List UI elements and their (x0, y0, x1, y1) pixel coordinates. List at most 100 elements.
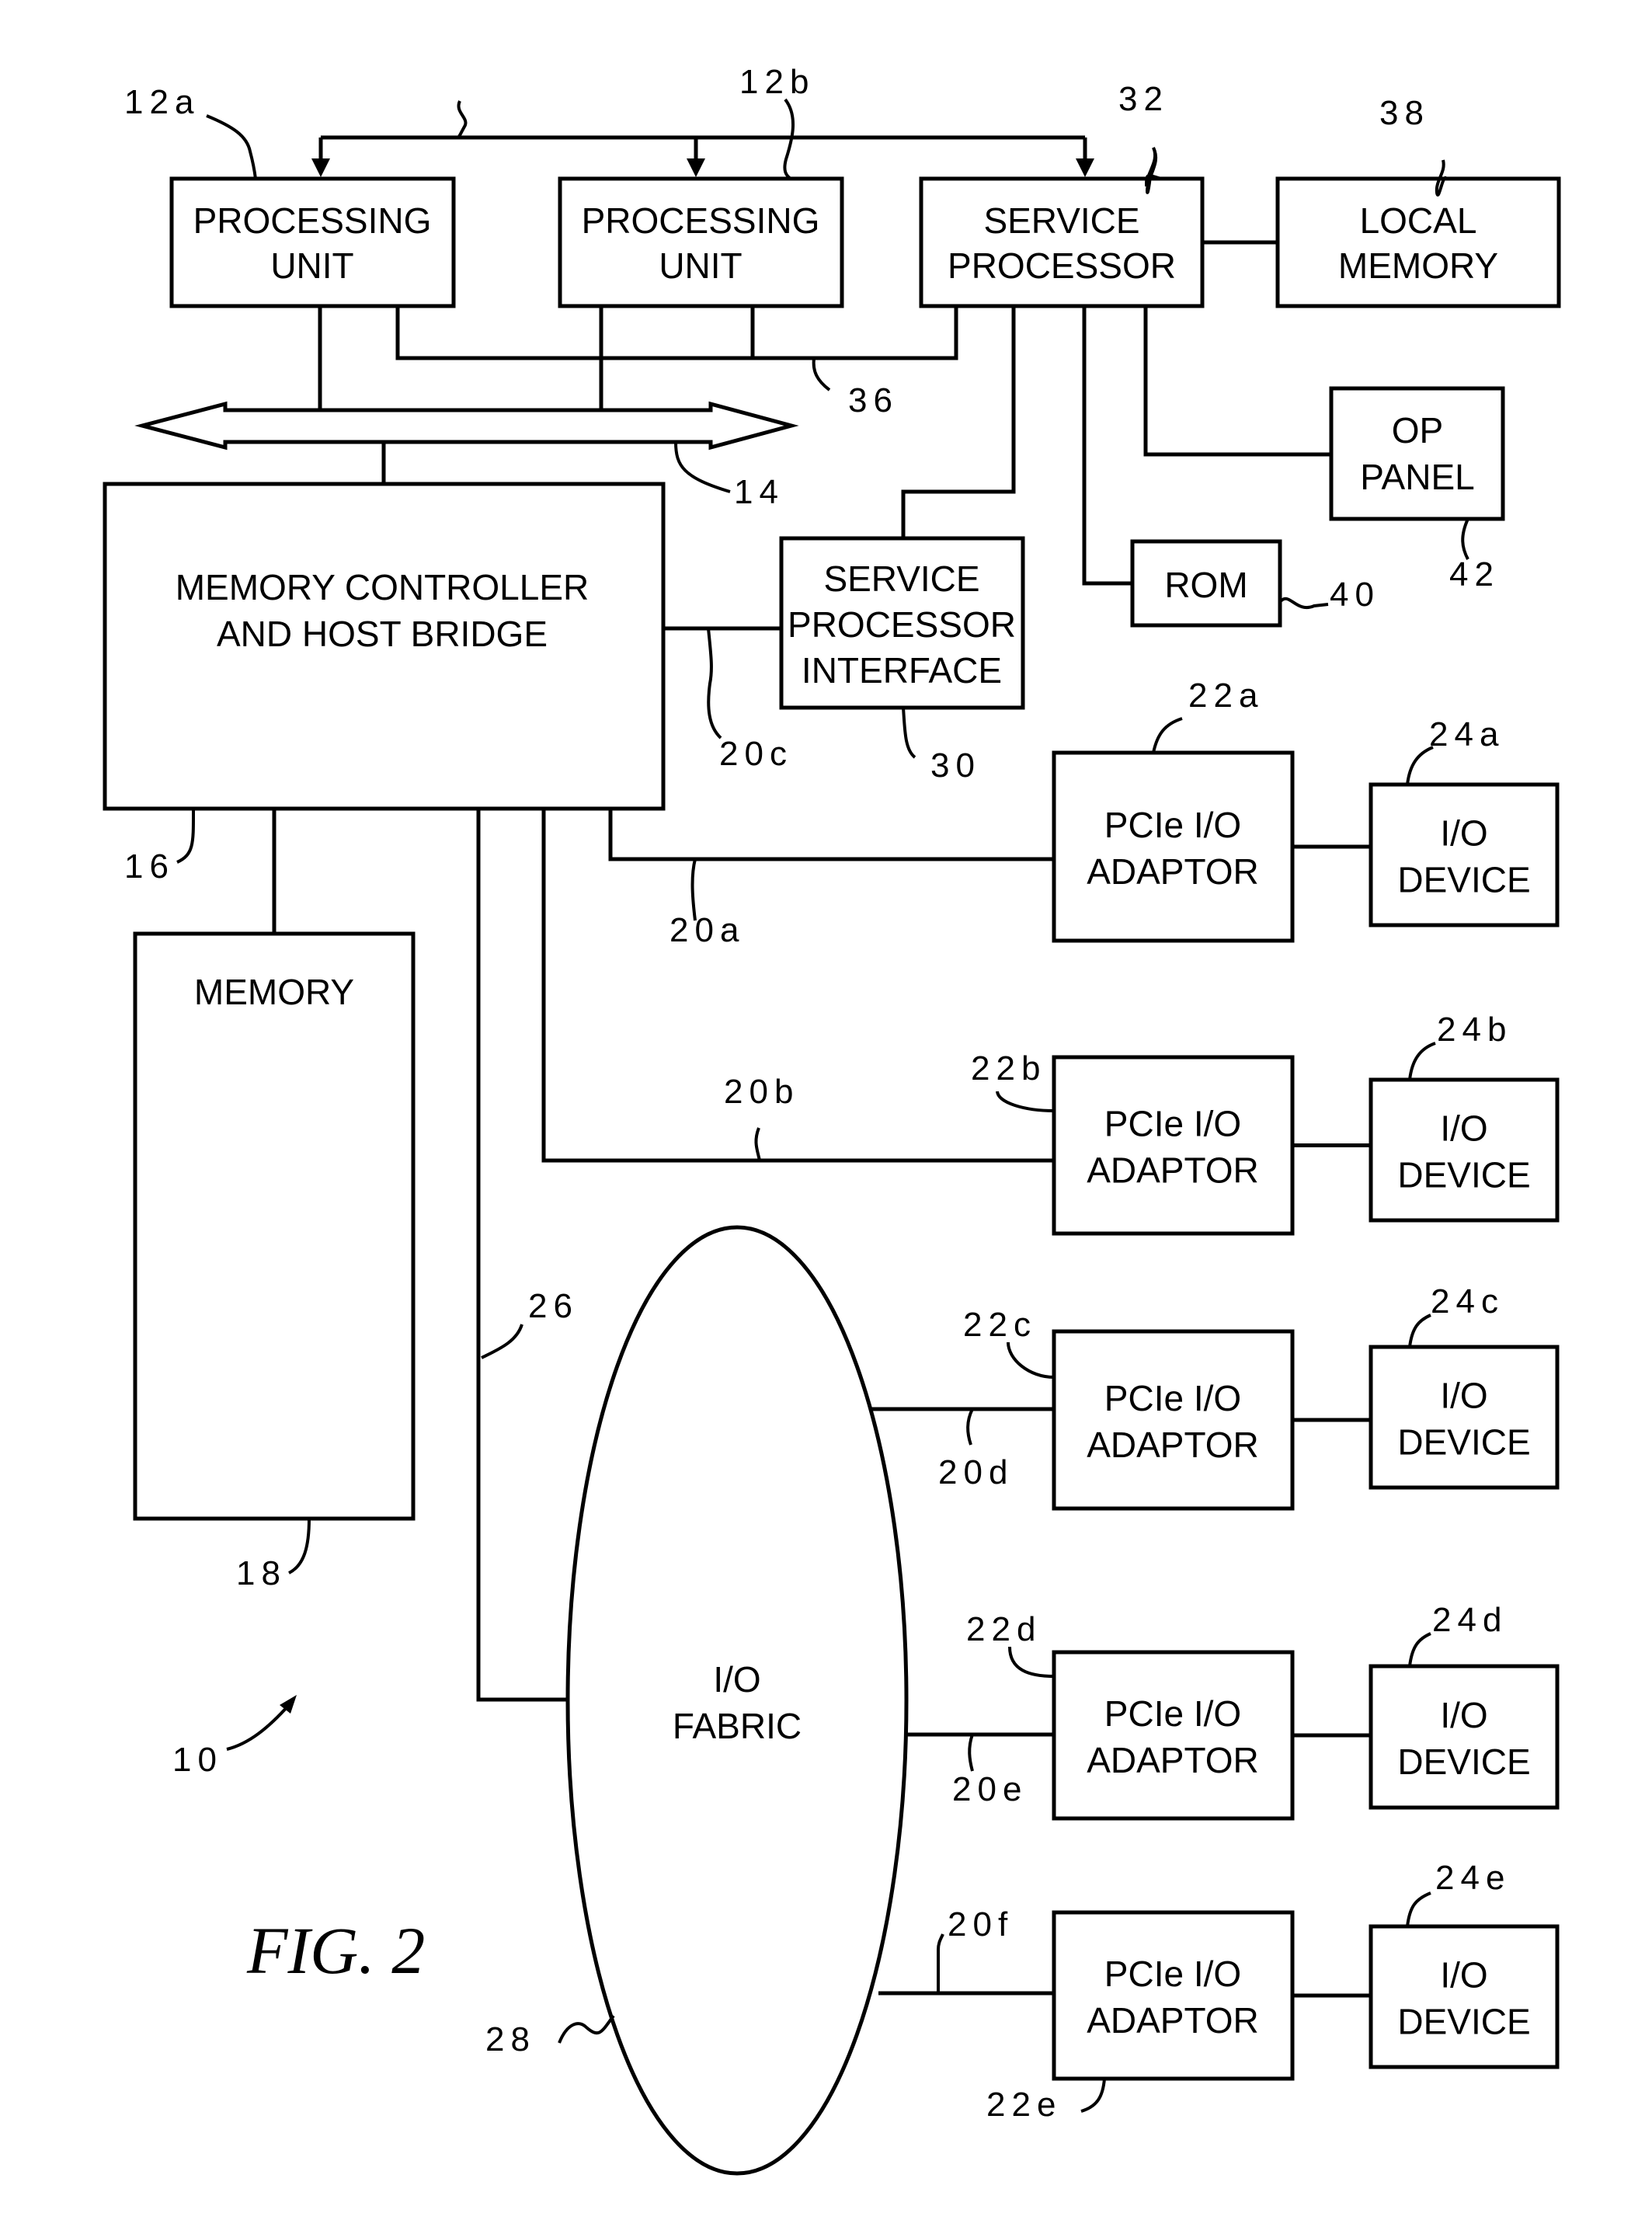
op-panel[interactable]: OP PANEL (1329, 386, 1505, 521)
ref-leader-16 (176, 808, 196, 864)
sp-to-op-panel-link (1143, 306, 1331, 457)
device-label-1: I/O (1440, 1955, 1487, 1996)
ref-26: 26 (528, 1287, 579, 1325)
ref-12a: 12a (124, 83, 200, 121)
device-ref: 24e (1435, 1859, 1511, 1897)
local-memory-label-2: MEMORY (1338, 245, 1498, 286)
pcie-io-adaptor[interactable]: PCIe I/O ADAPTOR (1052, 750, 1295, 943)
link-20a (608, 809, 1054, 861)
adaptor-label-2: ADAPTOR (1087, 2000, 1259, 2041)
ref-leader-12a (206, 114, 257, 179)
processing-unit-b[interactable]: PROCESSING UNIT (558, 176, 844, 308)
service-processor[interactable]: SERVICE PROCESSOR (919, 176, 1205, 308)
ref-14: 14 (734, 473, 784, 511)
service-processor-interface[interactable]: SERVICE PROCESSOR INTERFACE (779, 536, 1025, 710)
memory[interactable]: MEMORY (133, 931, 416, 1521)
sp-to-rom-link (1082, 306, 1132, 586)
adaptor-ref: 22a (1188, 677, 1264, 715)
io-fabric-label-2: FABRIC (673, 1706, 802, 1746)
io-fabric-label-1: I/O (713, 1659, 760, 1700)
ref-leader-30 (902, 707, 916, 759)
pcie-io-adaptor[interactable]: PCIe I/O ADAPTOR (1052, 1055, 1295, 1236)
device-ref: 24a (1429, 715, 1504, 753)
pu-sp-bus (395, 306, 958, 360)
op-panel-label-2: PANEL (1360, 457, 1474, 497)
pcie-io-adaptor[interactable]: PCIe I/O ADAPTOR (1052, 1910, 1295, 2081)
spi-label-2: PROCESSOR (788, 604, 1016, 645)
adaptor-ref-leader (1007, 1341, 1055, 1379)
local-memory[interactable]: LOCAL MEMORY (1275, 176, 1561, 308)
rom[interactable]: ROM (1130, 539, 1282, 628)
device-label-1: I/O (1440, 1695, 1487, 1735)
op-panel-label-1: OP (1392, 410, 1443, 451)
system-bus (134, 306, 799, 484)
device-ref: 24c (1431, 1282, 1504, 1321)
device-label-2: DEVICE (1397, 860, 1530, 900)
ref-leader-36 (812, 357, 831, 391)
pcie-io-adaptor[interactable]: PCIe I/O ADAPTOR (1052, 1329, 1295, 1511)
device-label-2: DEVICE (1397, 1155, 1530, 1195)
arrowhead-icon (1076, 158, 1094, 177)
ref-leader-42 (1461, 518, 1469, 560)
adaptor-label-1: PCIe I/O (1104, 1693, 1241, 1734)
io-device[interactable]: I/O DEVICE (1369, 1345, 1560, 1490)
io-device[interactable]: I/O DEVICE (1369, 1924, 1560, 2069)
device-ref-leader (1408, 1632, 1431, 1667)
io-device[interactable]: I/O DEVICE (1369, 1077, 1560, 1223)
ref-20b: 20b (724, 1073, 799, 1111)
spi-label-1: SERVICE (823, 558, 979, 599)
device-label-1: I/O (1440, 1376, 1487, 1416)
ref-36: 36 (848, 381, 899, 419)
ref-leader-26 (481, 1324, 523, 1359)
device-label-1: I/O (1440, 813, 1487, 854)
device-label-1: I/O (1440, 1108, 1487, 1149)
ref-leader-20c (707, 628, 722, 739)
ref-20a: 20a (669, 911, 745, 949)
ref-42: 42 (1449, 555, 1500, 593)
io-device[interactable]: I/O DEVICE (1369, 1664, 1560, 1810)
arrowhead-icon (311, 158, 330, 177)
adaptor-label-1: PCIe I/O (1104, 1954, 1241, 1994)
ref-leader-18 (288, 1518, 311, 1575)
block-diagram: PROCESSING UNIT 12a PROCESSING UNIT 12b … (103, 63, 1561, 2176)
device-ref-leader (1406, 1891, 1431, 1927)
adaptor-label-2: ADAPTOR (1087, 1425, 1259, 1465)
ref-32: 32 (1118, 80, 1169, 118)
ref-leader-20b (754, 1127, 761, 1161)
processing-unit-a[interactable]: PROCESSING UNIT (169, 176, 456, 308)
ref-38: 38 (1379, 94, 1430, 132)
adaptor-ref-leader (1080, 2078, 1106, 2113)
memory-controller-label-1: MEMORY CONTROLLER (176, 567, 590, 607)
pcie-io-adaptor[interactable]: PCIe I/O ADAPTOR (1052, 1650, 1295, 1821)
ref-leader-20d (966, 1408, 974, 1446)
device-ref: 24b (1437, 1011, 1512, 1049)
adaptor-ref-leader (996, 1091, 1055, 1112)
rom-label: ROM (1164, 565, 1247, 605)
adaptor-label-2: ADAPTOR (1087, 1150, 1259, 1191)
device-ref: 24d (1432, 1601, 1508, 1639)
memory-controller-host-bridge[interactable]: MEMORY CONTROLLER AND HOST BRIDGE (103, 482, 666, 811)
figure-caption: FIG. 2 (246, 1913, 425, 1988)
io-fabric[interactable]: I/O FABRIC (565, 1225, 909, 2176)
memory-controller-label-2: AND HOST BRIDGE (217, 614, 548, 654)
adaptor-ref-leader (1152, 717, 1183, 753)
adaptor-ref: 22b (971, 1049, 1046, 1087)
device-label-2: DEVICE (1397, 1742, 1530, 1782)
io-device[interactable]: I/O DEVICE (1369, 782, 1560, 927)
ref-16: 16 (124, 847, 175, 886)
ref-12b: 12b (739, 63, 815, 101)
fabric-link (476, 809, 568, 1702)
adaptor-label-1: PCIe I/O (1104, 1104, 1241, 1144)
service-processor-label-1: SERVICE (983, 200, 1139, 241)
adaptor-ref: 22e (986, 2086, 1062, 2124)
ref-18: 18 (236, 1554, 287, 1592)
control-bus (311, 100, 1094, 177)
arrowhead-icon (687, 158, 705, 177)
processing-unit-b-label-1: PROCESSING (582, 200, 820, 241)
device-ref-leader (1408, 1042, 1436, 1080)
adaptor-label-1: PCIe I/O (1104, 805, 1241, 845)
adaptor-ref: 22d (966, 1610, 1042, 1648)
device-ref-leader (1408, 1314, 1431, 1348)
ref-20e: 20e (952, 1770, 1028, 1808)
memory-label: MEMORY (194, 972, 354, 1012)
